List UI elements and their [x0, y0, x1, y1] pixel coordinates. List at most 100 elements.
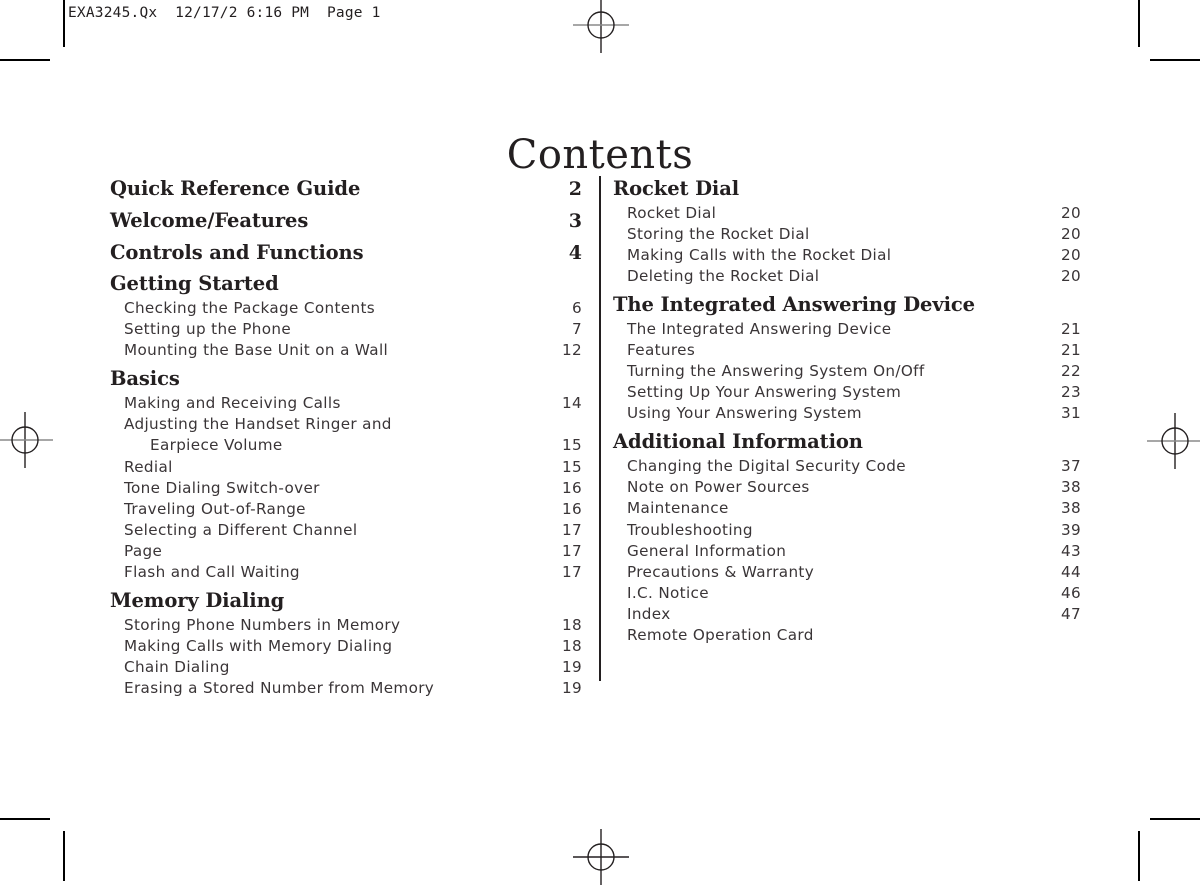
toc-entry[interactable]: Page 17 — [110, 541, 582, 562]
toc-entry[interactable]: Rocket Dial 20 — [613, 203, 1081, 224]
toc-page-number: 6 — [571, 299, 582, 318]
toc-entry-title: Page — [124, 541, 163, 560]
toc-section-heading[interactable]: Controls and Functions 4 — [110, 240, 582, 267]
toc-entry[interactable]: Using Your Answering System 31 — [613, 403, 1081, 424]
toc-page-number: 44 — [1060, 562, 1081, 581]
toc-page-number: 17 — [561, 563, 582, 582]
toc-entry[interactable]: Flash and Call Waiting 17 — [110, 562, 582, 583]
toc-entry[interactable]: Selecting a Different Channel 17 — [110, 520, 582, 541]
toc-entry[interactable]: Earpiece Volume 15 — [110, 435, 582, 456]
toc-entry[interactable]: Turning the Answering System On/Off 22 — [613, 361, 1081, 382]
toc-page-number: 19 — [561, 658, 582, 677]
toc-entry-title: Traveling Out-of-Range — [124, 499, 306, 518]
toc-section-title: Rocket Dial — [613, 177, 740, 200]
toc-section-heading[interactable]: Memory Dialing — [110, 588, 582, 615]
toc-page-number: 12 — [561, 341, 582, 360]
toc-entry[interactable]: Checking the Package Contents 6 — [110, 298, 582, 319]
toc-entry-title: Rocket Dial — [627, 203, 717, 222]
toc-page-number: 31 — [1060, 404, 1081, 423]
toc-entry-title: Precautions & Warranty — [627, 562, 815, 581]
toc-entry-title: Deleting the Rocket Dial — [627, 267, 820, 286]
toc-entry[interactable]: Index 47 — [613, 604, 1081, 625]
toc-page-number: 19 — [561, 679, 582, 698]
toc-entry[interactable]: General Information 43 — [613, 541, 1081, 562]
toc-entry[interactable]: Features 21 — [613, 340, 1081, 361]
toc-section-title: Basics — [110, 367, 180, 391]
toc-section-heading[interactable]: Basics — [110, 366, 582, 393]
toc-entry[interactable]: Redial 15 — [110, 457, 582, 478]
toc-page-number: 20 — [1060, 267, 1081, 286]
toc-page-number: 39 — [1060, 520, 1081, 539]
toc-section-heading[interactable]: Quick Reference Guide 2 — [110, 176, 582, 203]
toc-entry-title: Setting up the Phone — [124, 320, 292, 339]
toc-entry-title: Troubleshooting — [627, 520, 753, 539]
toc-entry[interactable]: Tone Dialing Switch-over 16 — [110, 478, 582, 499]
column-divider-rule — [599, 176, 601, 681]
toc-entry-title: Note on Power Sources — [627, 478, 810, 497]
toc-entry[interactable]: Maintenance 38 — [613, 498, 1081, 519]
toc-section-title: The Integrated Answering Device — [613, 293, 975, 317]
toc-page-number: 20 — [1060, 224, 1081, 243]
toc-entry[interactable]: The Integrated Answering Device 21 — [613, 319, 1081, 340]
toc-page-number: 18 — [561, 615, 582, 634]
toc-entry-title: Index — [627, 604, 671, 623]
toc-section-heading[interactable]: The Integrated Answering Device — [613, 292, 1081, 319]
toc-entry[interactable]: Adjusting the Handset Ringer and — [110, 414, 582, 435]
toc-entry-title: Earpiece Volume — [150, 436, 283, 455]
toc-entry-title: Maintenance — [627, 499, 729, 518]
toc-entry[interactable]: Troubleshooting 39 — [613, 520, 1081, 541]
toc-entry[interactable]: Storing Phone Numbers in Memory 18 — [110, 615, 582, 636]
toc-entry[interactable]: Erasing a Stored Number from Memory 19 — [110, 678, 582, 699]
toc-entry[interactable]: Chain Dialing 19 — [110, 657, 582, 678]
crop-mark-bottom-left-horizontal — [0, 818, 50, 820]
toc-page-number: 47 — [1060, 604, 1081, 623]
registration-mark-top-icon — [573, 0, 629, 53]
toc-section-title: Welcome/Features — [110, 208, 309, 232]
toc-entry-title: Setting Up Your Answering System — [627, 383, 902, 402]
toc-section-heading[interactable]: Rocket Dial — [613, 176, 1081, 203]
registration-mark-right-icon — [1147, 413, 1200, 469]
toc-page-number: 14 — [561, 394, 582, 413]
toc-page-number: 38 — [1060, 478, 1081, 497]
toc-entry-title: The Integrated Answering Device — [627, 319, 892, 338]
toc-entry[interactable]: Setting Up Your Answering System 23 — [613, 382, 1081, 403]
toc-page-number: 18 — [561, 637, 582, 655]
toc-entry[interactable]: Precautions & Warranty 44 — [613, 562, 1081, 583]
toc-entry-title: Adjusting the Handset Ringer and — [124, 415, 392, 434]
toc-entry[interactable]: Deleting the Rocket Dial 20 — [613, 266, 1081, 287]
toc-entry-title: Remote Operation Card — [627, 625, 814, 644]
toc-page-number: 2 — [568, 178, 582, 200]
toc-entry[interactable]: Changing the Digital Security Code 37 — [613, 456, 1081, 477]
toc-entry[interactable]: Making Calls with the Rocket Dial 20 — [613, 245, 1081, 266]
toc-entry-title: Mounting the Base Unit on a Wall — [124, 341, 389, 360]
toc-entry[interactable]: Remote Operation Card — [613, 625, 1081, 646]
toc-page-number: 21 — [1060, 319, 1081, 338]
crop-mark-top-right-vertical — [1138, 0, 1140, 47]
toc-section-heading[interactable]: Getting Started — [110, 271, 582, 298]
toc-entry[interactable]: Making and Receiving Calls 14 — [110, 393, 582, 414]
toc-section-title: Quick Reference Guide — [110, 177, 361, 200]
toc-entry-title: Making Calls with Memory Dialing — [124, 637, 393, 655]
toc-entry-title: Tone Dialing Switch-over — [124, 478, 320, 497]
toc-entry-title: Storing Phone Numbers in Memory — [124, 615, 401, 634]
toc-entry-title: Selecting a Different Channel — [124, 520, 358, 539]
toc-entry[interactable]: I.C. Notice 46 — [613, 583, 1081, 604]
toc-entry[interactable]: Mounting the Base Unit on a Wall 12 — [110, 340, 582, 361]
toc-page-number: 37 — [1060, 457, 1081, 476]
toc-entry-title: Changing the Digital Security Code — [627, 457, 906, 476]
crop-mark-top-left-vertical — [63, 0, 65, 47]
toc-entry[interactable]: Storing the Rocket Dial 20 — [613, 224, 1081, 245]
toc-entry[interactable]: Setting up the Phone 7 — [110, 319, 582, 340]
toc-entry[interactable]: Traveling Out-of-Range 16 — [110, 499, 582, 520]
toc-section-title: Memory Dialing — [110, 589, 285, 613]
toc-entry-title: Making Calls with the Rocket Dial — [627, 245, 892, 264]
toc-section-heading[interactable]: Additional Information — [613, 429, 1081, 456]
toc-page-number: 22 — [1060, 362, 1081, 381]
toc-entry-title: Redial — [124, 457, 173, 476]
toc-entry-title: Making and Receiving Calls — [124, 394, 341, 413]
toc-page-number: 46 — [1060, 583, 1081, 602]
toc-entry[interactable]: Note on Power Sources 38 — [613, 477, 1081, 498]
toc-entry[interactable]: Making Calls with Memory Dialing 18 — [110, 636, 582, 657]
toc-page-number: 21 — [1060, 341, 1081, 360]
toc-section-heading[interactable]: Welcome/Features 3 — [110, 208, 582, 235]
